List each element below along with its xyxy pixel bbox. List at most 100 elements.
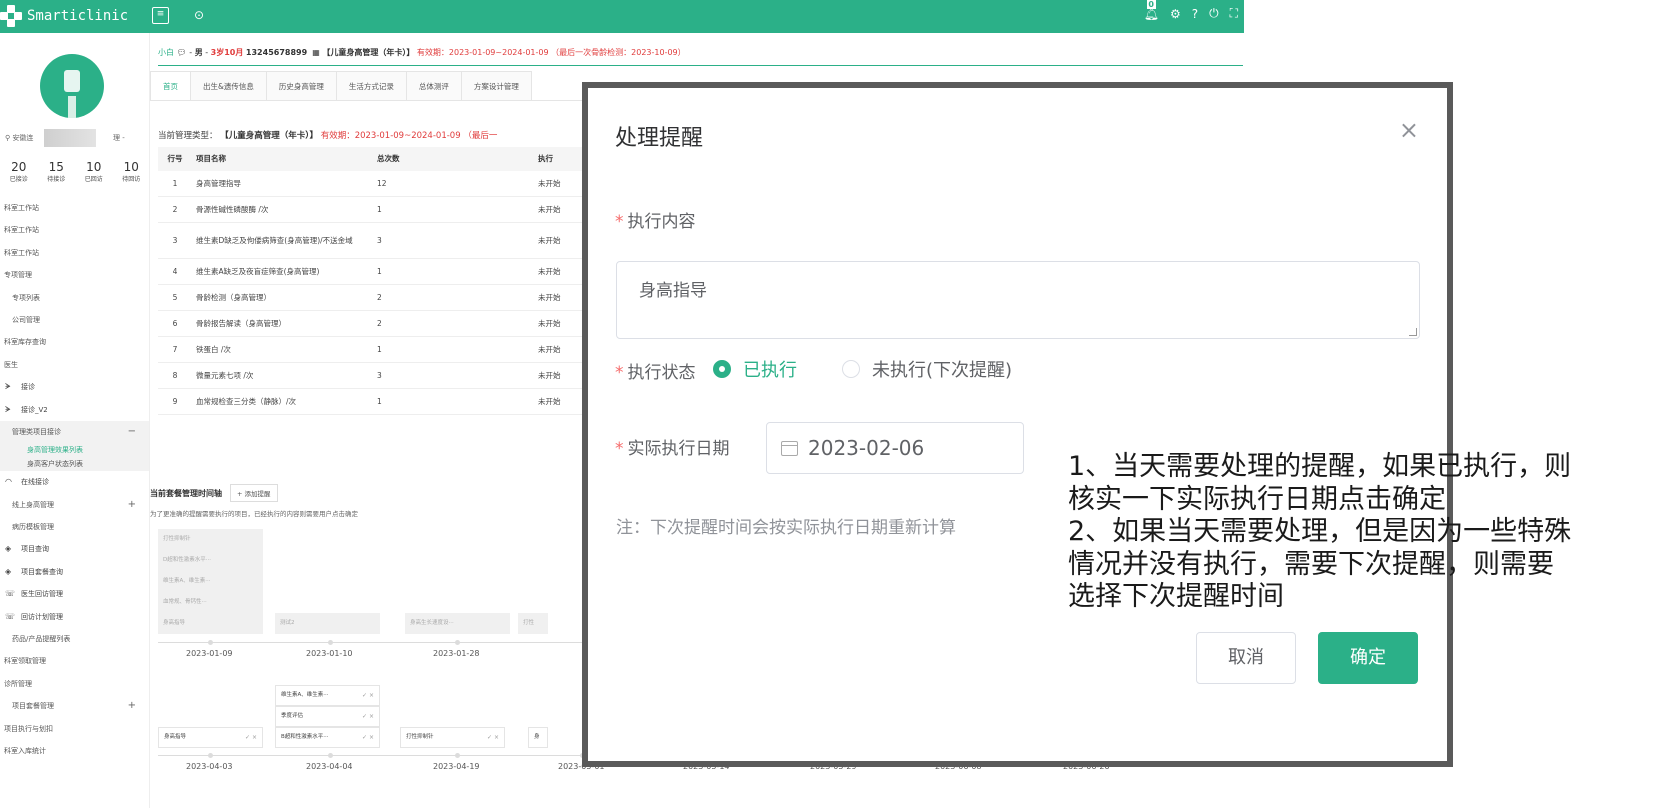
content-label-text: 执行内容 — [627, 212, 696, 232]
row-number: 3 — [172, 236, 178, 245]
sidebar-item-6[interactable]: 科室库存查询 — [0, 331, 149, 353]
sidebar-item-16[interactable]: ◈ 项目查询 — [0, 538, 149, 560]
sidebar-item-22[interactable]: 诊所管理 — [0, 673, 149, 695]
row-number: 1 — [172, 179, 178, 188]
timeline-card[interactable]: 身高指导 — [158, 613, 263, 634]
sidebar-item-21[interactable]: 科室领取管理 — [0, 650, 149, 672]
sidebar-item-10[interactable]: 管理类项目接诊 − — [0, 420, 149, 444]
menu-toggle-icon[interactable]: ≡ — [152, 7, 169, 24]
management-validity: 有效期：2023-01-09~2024-01-09 — [320, 131, 461, 141]
sidebar-item-17[interactable]: ◈ 项目套餐查询 — [0, 561, 149, 583]
total-count: 2 — [377, 319, 382, 328]
timeline-card-label: 身高指导 — [164, 734, 187, 740]
sidebar-item-15[interactable]: 病历模板管理 — [0, 516, 149, 538]
help-icon[interactable]: ? — [1192, 7, 1198, 21]
date-picker-input[interactable]: 2023-02-06 — [766, 422, 1024, 474]
tab-3[interactable]: 生活方式记录 — [335, 71, 407, 100]
add-reminder-button[interactable]: + 添加提醒 — [230, 484, 278, 502]
sidebar-item-label: 接诊 — [21, 383, 35, 392]
check-close-icon[interactable]: ✓ × — [245, 728, 257, 747]
sidebar-item-14[interactable]: 线上身高管理 + — [0, 494, 149, 516]
sidebar-item-12[interactable]: 身高客户状态列表 — [0, 457, 149, 472]
status-radio-not-executed[interactable]: 未执行(下次提醒) — [842, 356, 1012, 382]
expand-icon[interactable]: + — [128, 695, 136, 717]
sidebar-item-label: 接诊_V2 — [21, 405, 48, 414]
tab-2[interactable]: 历史身高管理 — [265, 71, 337, 100]
gear-icon[interactable]: ⚙ — [1170, 7, 1181, 21]
stat-1[interactable]: 15 待接诊 — [47, 161, 65, 184]
sidebar-item-2[interactable]: 科室工作站 — [0, 242, 149, 264]
bell-icon[interactable]: 🔔︎ 0 — [1144, 0, 1159, 21]
sidebar-item-0[interactable]: 科室工作站 — [0, 197, 149, 219]
confirm-button[interactable]: 确定 — [1318, 632, 1418, 684]
collapse-icon[interactable]: − — [128, 421, 136, 443]
sidebar-item-9[interactable]: ᗘ 接诊_V2 — [0, 399, 149, 421]
timeline-card[interactable]: 身高生长速度设··· — [405, 613, 510, 634]
status-option-executed: 已执行 — [743, 360, 797, 381]
tab-0[interactable]: 首页 — [150, 71, 191, 100]
timeline-card[interactable]: B超和性激素水平··· ✓ × — [275, 727, 380, 748]
cancel-button[interactable]: 取消 — [1196, 632, 1296, 684]
app-logo[interactable]: Smarticlinic — [0, 4, 128, 28]
management-type-label: 当前管理类型： — [158, 131, 218, 141]
sidebar-item-1[interactable]: 科室工作站 — [0, 219, 149, 241]
total-count: 3 — [377, 371, 382, 380]
sidebar-item-20[interactable]: 药品/产品提醒列表 — [0, 628, 149, 650]
nav-icon: ◈ — [5, 544, 12, 554]
tab-1[interactable]: 出生&遗传信息 — [190, 71, 267, 100]
sidebar-item-25[interactable]: 科室入库统计 — [0, 740, 149, 762]
timeline-card[interactable]: 打性 — [518, 613, 548, 634]
stat-0[interactable]: 20 已接诊 — [10, 161, 28, 184]
sidebar-item-3[interactable]: 专项管理 — [0, 264, 149, 286]
timeline-card[interactable]: 打性抑制针 ✓ × — [400, 727, 505, 748]
timeline-card[interactable]: 维生素A、维生素··· ✓ × — [275, 685, 380, 706]
check-close-icon[interactable]: ✓ × — [362, 686, 374, 705]
header-divider — [158, 65, 1243, 66]
stat-3[interactable]: 10 待回访 — [122, 161, 140, 184]
check-close-icon[interactable]: ✓ × — [362, 707, 374, 726]
sidebar-item-7[interactable]: 医生 — [0, 354, 149, 376]
close-icon[interactable]: × — [1399, 118, 1419, 142]
check-close-icon[interactable]: ✓ × — [362, 728, 374, 747]
instruction-annotation: 1、当天需要处理的提醒，如果已执行，则 核实一下实际执行日期点击确定 2、如果当天需… — [1068, 451, 1674, 614]
patient-name[interactable]: 小白 — [158, 48, 174, 57]
status-radio-executed[interactable]: 已执行 — [713, 356, 797, 382]
resize-handle-icon[interactable] — [1409, 328, 1417, 336]
sidebar-item-label: 项目查询 — [21, 545, 49, 554]
sidebar-item-13[interactable]: ◠ 在线接诊 — [0, 471, 149, 493]
power-icon[interactable]: ⏻ — [1209, 6, 1219, 21]
timeline-card[interactable]: 测试2 — [275, 613, 380, 634]
timeline-card[interactable]: 维生素A、维生素··· — [158, 571, 263, 592]
row-number: 8 — [172, 371, 178, 380]
sidebar-item-11[interactable]: 身高管理效果列表 — [0, 443, 149, 458]
avatar[interactable] — [40, 54, 104, 118]
check-close-icon[interactable]: ✓ × — [487, 728, 499, 747]
sidebar-item-24[interactable]: 项目执行与划扣 — [0, 718, 149, 740]
timeline-card[interactable]: 季度评估 ✓ × — [275, 706, 380, 727]
timeline-card[interactable]: 身高指导 ✓ × — [158, 727, 263, 748]
content-textarea[interactable]: 身高指导 — [616, 261, 1420, 339]
timeline-date: 2023-04-19 — [433, 762, 480, 771]
sidebar-item-label: 公司管理 — [12, 315, 40, 324]
sidebar-item-18[interactable]: ☏ 医生回访管理 — [0, 583, 149, 605]
timeline-card[interactable]: 打性抑制针 — [158, 529, 263, 550]
tab-4[interactable]: 总体测评 — [405, 71, 462, 100]
sidebar-item-label: 病历模板管理 — [12, 523, 54, 532]
refresh-icon[interactable]: ⊙ — [194, 8, 204, 22]
chat-icon[interactable]: 💬︎ — [177, 48, 187, 57]
timeline-card[interactable]: 血常规、骨钙性··· — [158, 592, 263, 613]
timeline-card[interactable]: 身 — [528, 727, 548, 748]
tab-5[interactable]: 方案设计管理 — [460, 71, 532, 100]
stat-2[interactable]: 10 已回访 — [85, 161, 103, 184]
sidebar-item-5[interactable]: 公司管理 — [0, 309, 149, 331]
patient-last-check: （最后一次骨龄检测：2023-10-09） — [551, 48, 686, 57]
sidebar-item-19[interactable]: ☏ 回访计划管理 — [0, 606, 149, 628]
sidebar-item-23[interactable]: 项目套餐管理 + — [0, 695, 149, 717]
fullscreen-icon[interactable]: ⛶ — [1230, 6, 1238, 21]
sidebar-item-8[interactable]: ᗘ 接诊 — [0, 376, 149, 398]
timeline-dot — [455, 640, 460, 645]
expand-icon[interactable]: + — [128, 494, 136, 516]
timeline-card[interactable]: D超和性激素水平··· — [158, 550, 263, 571]
column-header: 行号 — [167, 154, 183, 163]
sidebar-item-4[interactable]: 专项列表 — [0, 287, 149, 309]
